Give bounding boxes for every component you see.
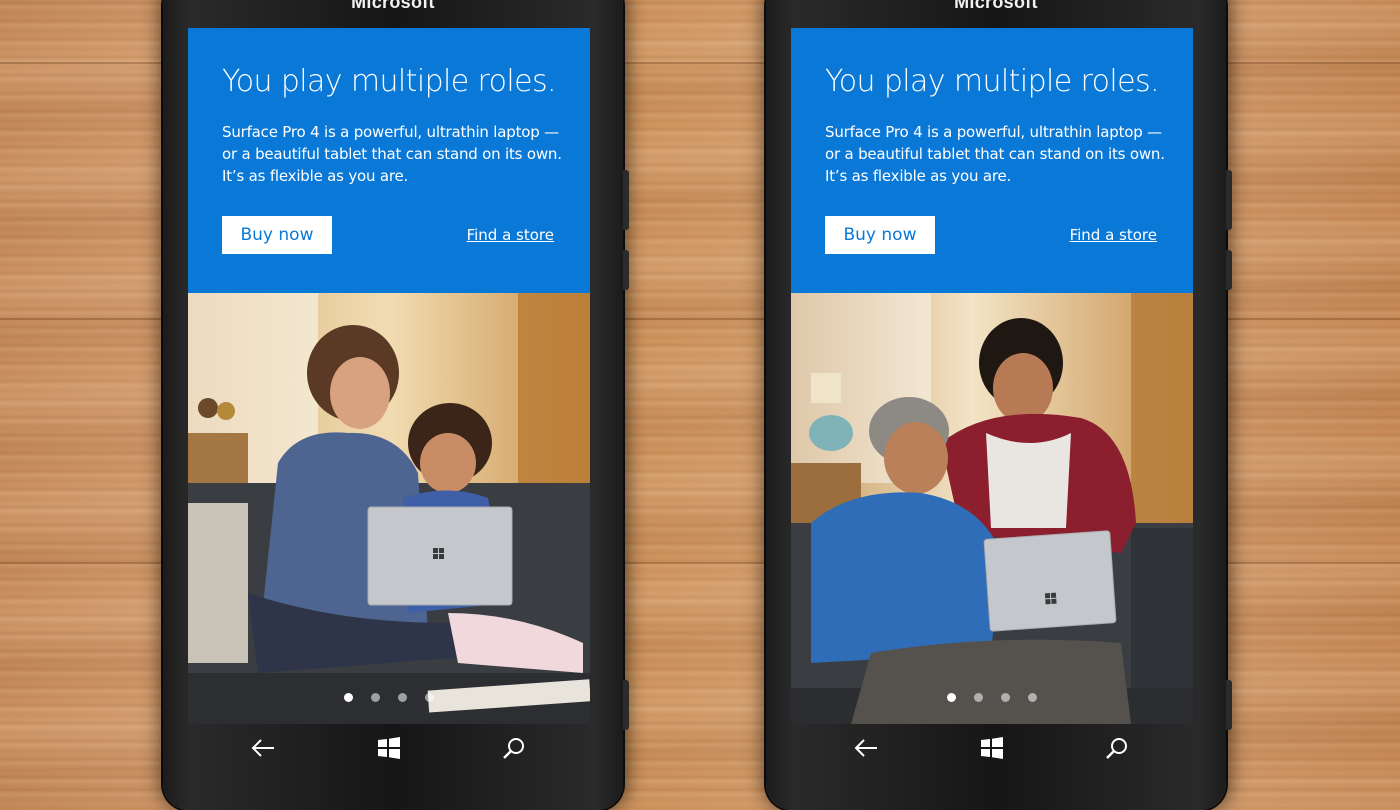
windows-logo-icon[interactable] (972, 732, 1012, 764)
promo-hero: You play multiple roles. Surface Pro 4 i… (791, 28, 1193, 293)
carousel-dot[interactable] (1028, 693, 1037, 702)
carousel-dot[interactable] (974, 693, 983, 702)
carousel-dot[interactable] (1001, 693, 1010, 702)
brand-logo: Microsoft (954, 0, 1038, 12)
carousel-dot[interactable] (344, 693, 353, 702)
hero-photo (791, 293, 1193, 724)
power-button[interactable] (623, 250, 629, 290)
camera-button[interactable] (623, 680, 629, 730)
buy-now-button[interactable]: Buy now (222, 216, 332, 254)
navigation-bar (791, 724, 1193, 774)
carousel-dot[interactable] (398, 693, 407, 702)
hero-description: Surface Pro 4 is a powerful, ultrathin l… (825, 123, 1165, 185)
carousel-indicators (791, 693, 1193, 702)
phone-left: Microsoft You play multiple roles. Surfa… (163, 0, 629, 810)
back-arrow-icon[interactable] (846, 732, 886, 764)
family-photo-illustration (188, 293, 590, 724)
back-arrow-icon[interactable] (243, 732, 283, 764)
hero-photo (188, 293, 590, 724)
carousel-dot[interactable] (371, 693, 380, 702)
windows-logo-icon[interactable] (369, 732, 409, 764)
screen: You play multiple roles. Surface Pro 4 i… (188, 28, 590, 724)
hero-title: You play multiple roles. (825, 64, 1160, 99)
find-a-store-link[interactable]: Find a store (1070, 226, 1157, 244)
navigation-bar (188, 724, 590, 774)
volume-button[interactable] (623, 170, 629, 230)
carousel-dot[interactable] (947, 693, 956, 702)
brand-logo: Microsoft (351, 0, 435, 12)
hero-title: You play multiple roles. (222, 64, 557, 99)
father-son-photo-illustration (791, 293, 1193, 724)
carousel-indicators (188, 693, 590, 702)
power-button[interactable] (1226, 250, 1232, 290)
promo-hero: You play multiple roles. Surface Pro 4 i… (188, 28, 590, 293)
find-a-store-link[interactable]: Find a store (467, 226, 554, 244)
phone-right: Microsoft You play multiple roles. Surfa… (766, 0, 1232, 810)
search-icon[interactable] (494, 732, 534, 764)
hero-description: Surface Pro 4 is a powerful, ultrathin l… (222, 123, 562, 185)
screen: You play multiple roles. Surface Pro 4 i… (791, 28, 1193, 724)
volume-button[interactable] (1226, 170, 1232, 230)
camera-button[interactable] (1226, 680, 1232, 730)
search-icon[interactable] (1097, 732, 1137, 764)
carousel-dot[interactable] (425, 693, 434, 702)
buy-now-button[interactable]: Buy now (825, 216, 935, 254)
